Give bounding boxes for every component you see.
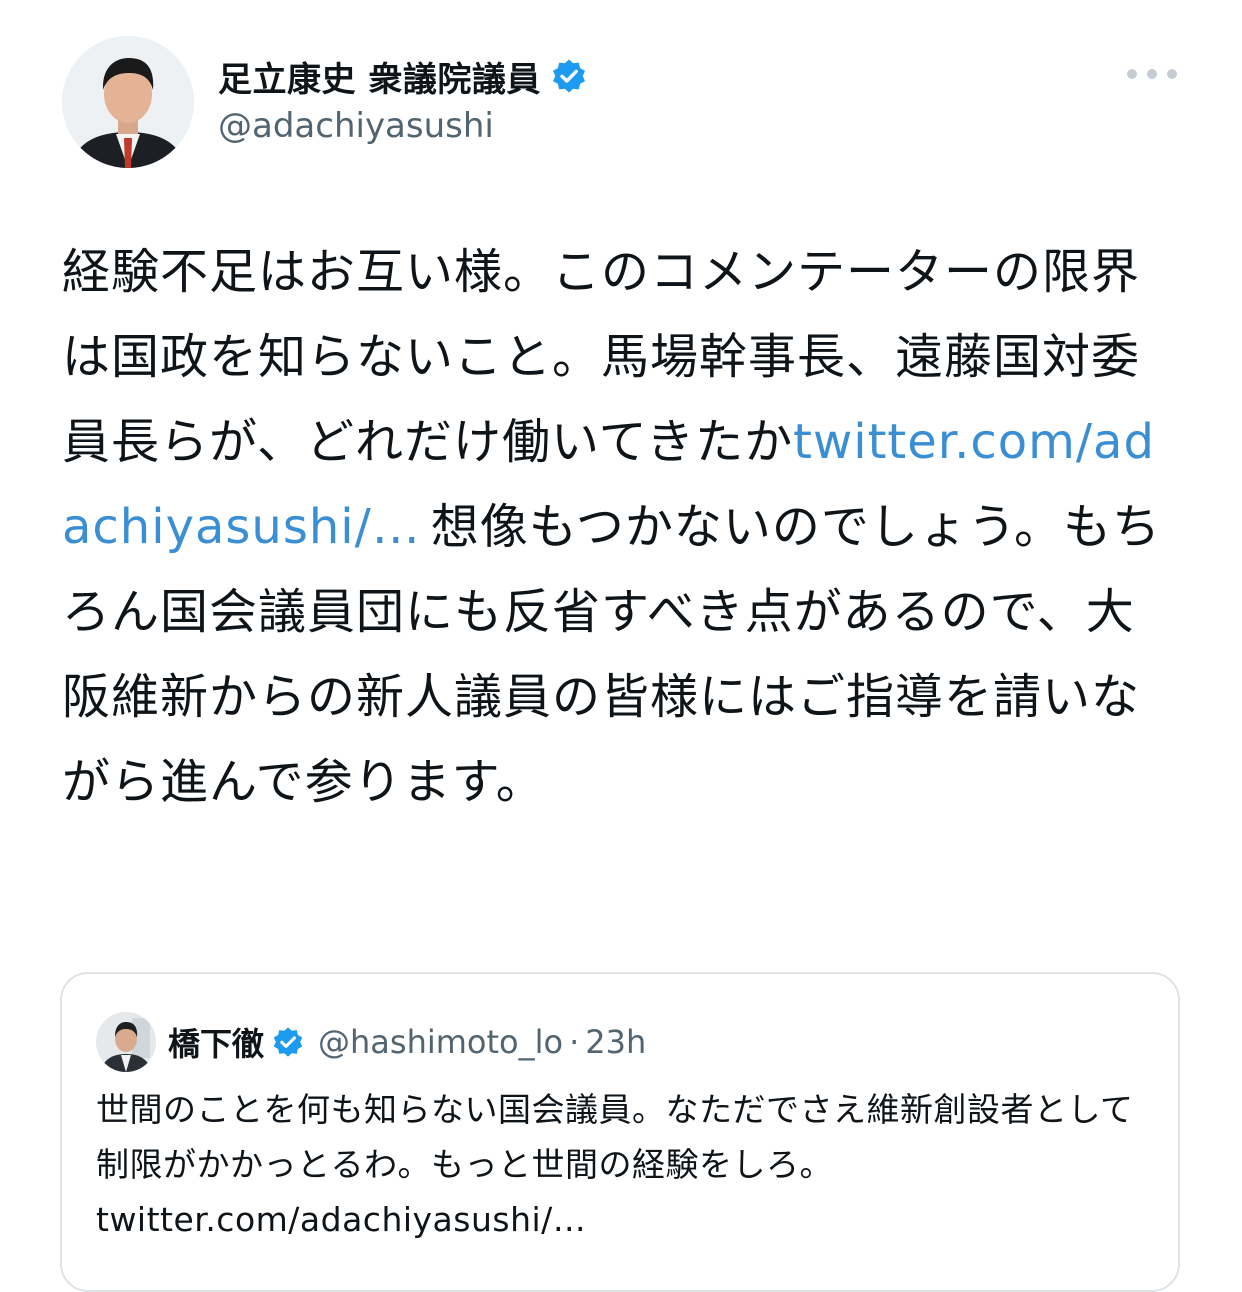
quoted-author-avatar bbox=[96, 1012, 156, 1072]
verified-badge-icon bbox=[272, 1026, 304, 1058]
quoted-author-name[interactable]: 橋下徹 bbox=[168, 1019, 264, 1065]
quoted-tweet-text: 世間のことを何も知らない国会議員。なただでさえ維新創設者として制限がかかっとるわ… bbox=[96, 1082, 1146, 1247]
author-handle[interactable]: @adachiyasushi bbox=[218, 106, 494, 146]
quoted-tweet-link[interactable]: twitter.com/adachiyasushi/… bbox=[96, 1200, 586, 1239]
quoted-tweet-card[interactable]: 橋下徹 @hashimoto_lo · 23h 世間のことを何も知らない国会議員… bbox=[60, 972, 1180, 1292]
quoted-tweet-text-body: 世間のことを何も知らない国会議員。なただでさえ維新創設者として制限がかかっとるわ… bbox=[96, 1090, 1134, 1184]
tweet-header: 足立康史 衆議院議員 @adachiyasushi bbox=[62, 36, 1182, 172]
verified-badge-icon bbox=[551, 58, 587, 94]
author-name[interactable]: 足立康史 衆議院議員 bbox=[218, 52, 541, 101]
quoted-author-handle[interactable]: @hashimoto_lo bbox=[318, 1023, 563, 1061]
quoted-tweet-header: 橋下徹 @hashimoto_lo · 23h bbox=[96, 1010, 646, 1074]
author-avatar[interactable] bbox=[62, 36, 194, 168]
author-name-row[interactable]: 足立康史 衆議院議員 bbox=[218, 52, 587, 100]
separator-dot: · bbox=[569, 1023, 580, 1061]
more-options-icon[interactable] bbox=[1122, 54, 1182, 94]
tweet-text: 経験不足はお互い様。このコメンテーターの限界は国政を知らないこと。馬場幹事長、遠… bbox=[62, 230, 1182, 825]
quoted-tweet-time[interactable]: 23h bbox=[585, 1023, 646, 1061]
